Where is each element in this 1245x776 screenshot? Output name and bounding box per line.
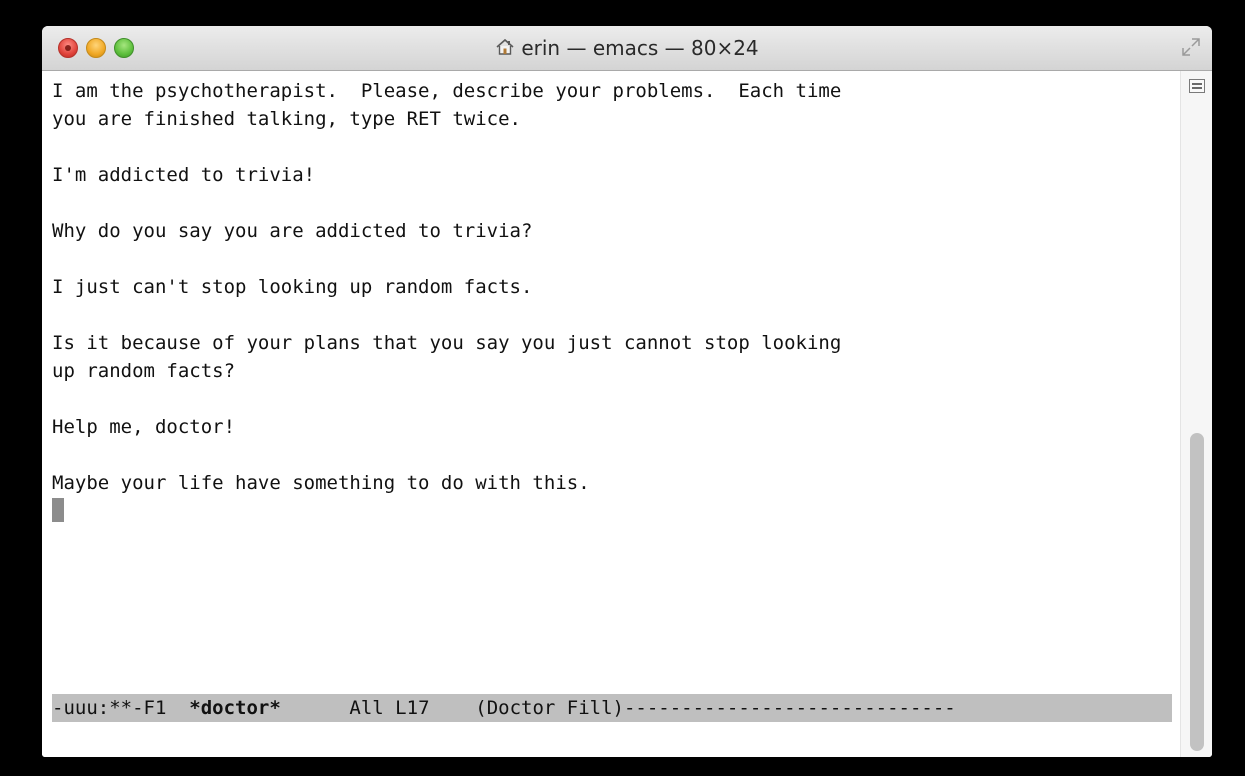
modeline-status: -uuu:**-F1: [52, 697, 190, 719]
modeline-buffer-name: *doctor*: [189, 697, 281, 719]
text-cursor: [52, 498, 64, 522]
buffer-line: [52, 245, 841, 273]
buffer-line: [52, 441, 841, 469]
mode-line: -uuu:**-F1 *doctor* All L17 (Doctor Fill…: [52, 694, 1172, 722]
home-icon: [495, 28, 515, 73]
buffer-text[interactable]: I am the psychotherapist. Please, descri…: [52, 77, 841, 525]
split-window-icon[interactable]: [1189, 79, 1205, 93]
title-bar[interactable]: erin — emacs — 80×24: [42, 26, 1212, 71]
vertical-scrollbar[interactable]: [1180, 71, 1212, 757]
buffer-line: [52, 385, 841, 413]
buffer-line: Why do you say you are addicted to trivi…: [52, 220, 533, 242]
buffer-line: I just can't stop looking up random fact…: [52, 276, 533, 298]
buffer-line: Help me, doctor!: [52, 416, 236, 438]
buffer-line: Maybe your life have something to do wit…: [52, 472, 590, 494]
modeline-mode: (Doctor Fill): [475, 697, 624, 719]
buffer-line: Is it because of your plans that you say…: [52, 332, 842, 354]
terminal-window: erin — emacs — 80×24 I am the psychother…: [42, 26, 1212, 757]
buffer-line: [52, 133, 841, 161]
window-title: erin — emacs — 80×24: [521, 36, 759, 60]
buffer-line: up random facts?: [52, 360, 236, 382]
scrollbar-thumb[interactable]: [1190, 433, 1204, 751]
buffer-line: [52, 497, 841, 525]
window-title-container: erin — emacs — 80×24: [42, 26, 1212, 71]
modeline-position: All L17: [280, 697, 476, 719]
fullscreen-icon[interactable]: [1180, 36, 1202, 58]
modeline-filler: -----------------------------: [623, 697, 956, 719]
buffer-line: you are finished talking, type RET twice…: [52, 108, 521, 130]
buffer-line: [52, 301, 841, 329]
buffer-line: I'm addicted to trivia!: [52, 164, 316, 186]
emacs-buffer[interactable]: I am the psychotherapist. Please, descri…: [42, 71, 1180, 757]
buffer-line: [52, 189, 841, 217]
buffer-line: I am the psychotherapist. Please, descri…: [52, 80, 842, 102]
